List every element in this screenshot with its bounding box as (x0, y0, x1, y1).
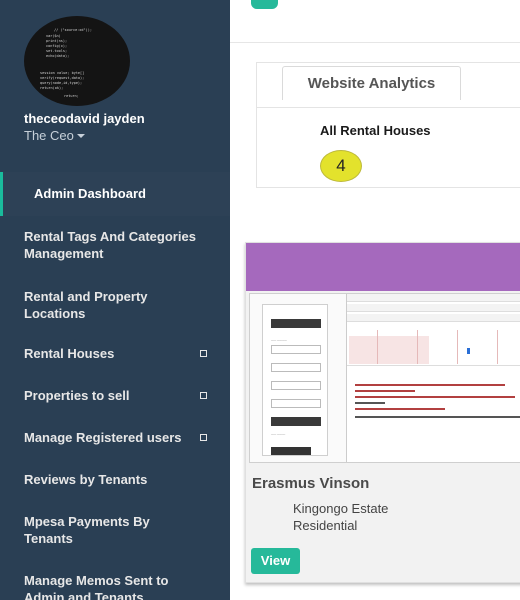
image-devtools-panel (346, 294, 520, 462)
property-card: ___ ______ ___ _____ Erasmus Vinson King… (245, 242, 520, 583)
top-button[interactable] (251, 0, 278, 9)
tab-website-analytics[interactable]: Website Analytics (282, 66, 461, 100)
expand-icon (200, 350, 207, 357)
property-image: ___ ______ ___ _____ (249, 293, 520, 463)
sidebar-item-locations[interactable]: Rental and Property Locations (0, 288, 230, 322)
caret-down-icon (76, 133, 85, 138)
username: theceodavid jayden (24, 111, 145, 126)
sidebar-item-admin-dashboard[interactable]: Admin Dashboard (0, 172, 230, 216)
tab-divider (257, 107, 520, 108)
card-location: Kingongo Estate (293, 501, 389, 516)
stat-count-badge: 4 (320, 150, 362, 182)
sidebar-item-label: Reviews by Tenants (24, 472, 148, 487)
image-form-panel: ___ ______ ___ _____ (262, 304, 328, 456)
card-header-band (246, 243, 520, 291)
sidebar-item-label: Properties to sell (24, 388, 130, 403)
view-button[interactable]: View (251, 548, 300, 574)
sidebar-item-label: Rental Houses (24, 346, 115, 361)
sidebar-item-label: Mpesa Payments By Tenants (24, 514, 150, 546)
sidebar-item-label: Manage Memos Sent to Admin and Tenants (24, 573, 169, 600)
card-type: Residential (293, 518, 358, 533)
divider (230, 42, 520, 43)
sidebar-item-reviews[interactable]: Reviews by Tenants (0, 471, 230, 488)
sidebar-item-label: Admin Dashboard (34, 186, 146, 201)
sidebar-item-label: Rental and Property Locations (24, 289, 148, 321)
expand-icon (200, 392, 207, 399)
role-dropdown[interactable]: The Ceo (24, 128, 85, 143)
sidebar-item-rental-houses[interactable]: Rental Houses (0, 345, 230, 362)
sidebar-item-label: Manage Registered users (24, 430, 182, 445)
sidebar-item-memos[interactable]: Manage Memos Sent to Admin and Tenants (0, 572, 230, 600)
stat-title: All Rental Houses (320, 123, 431, 138)
sidebar-item-registered-users[interactable]: Manage Registered users (0, 429, 230, 446)
expand-icon (200, 434, 207, 441)
sidebar: // ("source:xd")); var($n) print(ns); co… (0, 0, 230, 600)
analytics-panel: Website Analytics All Rental Houses 4 (256, 62, 520, 188)
sidebar-item-rental-tags[interactable]: Rental Tags And Categories Management (0, 228, 230, 262)
role-label: The Ceo (24, 128, 74, 143)
avatar[interactable]: // ("source:xd")); var($n) print(ns); co… (24, 16, 130, 106)
sidebar-item-properties-to-sell[interactable]: Properties to sell (0, 387, 230, 404)
sidebar-item-mpesa-payments[interactable]: Mpesa Payments By Tenants (0, 513, 230, 547)
card-title: Erasmus Vinson (252, 475, 370, 492)
sidebar-item-label: Rental Tags And Categories Management (24, 229, 196, 261)
